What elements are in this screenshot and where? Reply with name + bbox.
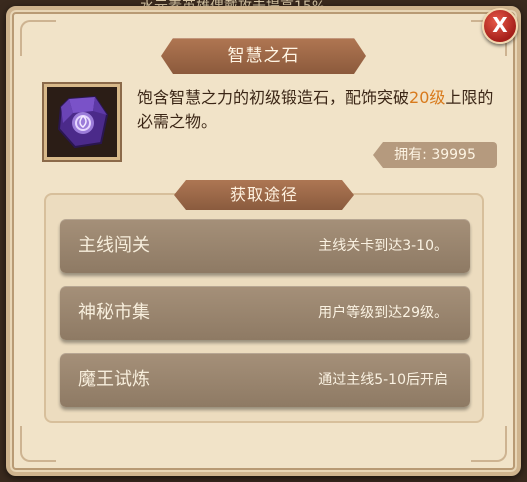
source-name: 神秘市集 <box>78 302 150 323</box>
source-condition: 通过主线5-10后开启 <box>318 372 448 388</box>
source-row-mystery-market[interactable]: 神秘市集 用户等级到达29级。 <box>60 286 470 340</box>
corner-ornament <box>471 426 507 462</box>
source-name: 主线闯关 <box>78 235 150 256</box>
close-icon: X <box>492 13 508 37</box>
owned-label: 拥有: <box>394 147 427 163</box>
source-condition: 用户等级到达29级。 <box>318 305 448 321</box>
item-description: 饱含智慧之力的初级锻造石，配饰突破20级上限的必需之物。 <box>137 86 507 134</box>
dialog-title: 智慧之石 <box>161 38 366 74</box>
source-row-main-stage[interactable]: 主线闯关 主线关卡到达3-10。 <box>60 219 470 273</box>
source-condition: 主线关卡到达3-10。 <box>318 238 448 254</box>
close-button[interactable]: X <box>482 8 518 44</box>
corner-ornament <box>20 20 56 56</box>
purple-gem-icon <box>57 95 109 149</box>
highlight-level: 20级 <box>409 88 446 107</box>
source-name: 魔王试炼 <box>78 369 150 390</box>
description-text: 饱含智慧之力的初级锻造石，配饰突破 <box>137 88 410 107</box>
sources-title: 获取途径 <box>174 180 354 210</box>
item-icon-frame[interactable] <box>44 84 120 160</box>
corner-ornament <box>20 426 56 462</box>
owned-value: 39995 <box>431 147 476 163</box>
source-row-demon-trial[interactable]: 魔王试炼 通过主线5-10后开启 <box>60 353 470 407</box>
owned-count-badge: 拥有: 39995 <box>373 142 497 168</box>
